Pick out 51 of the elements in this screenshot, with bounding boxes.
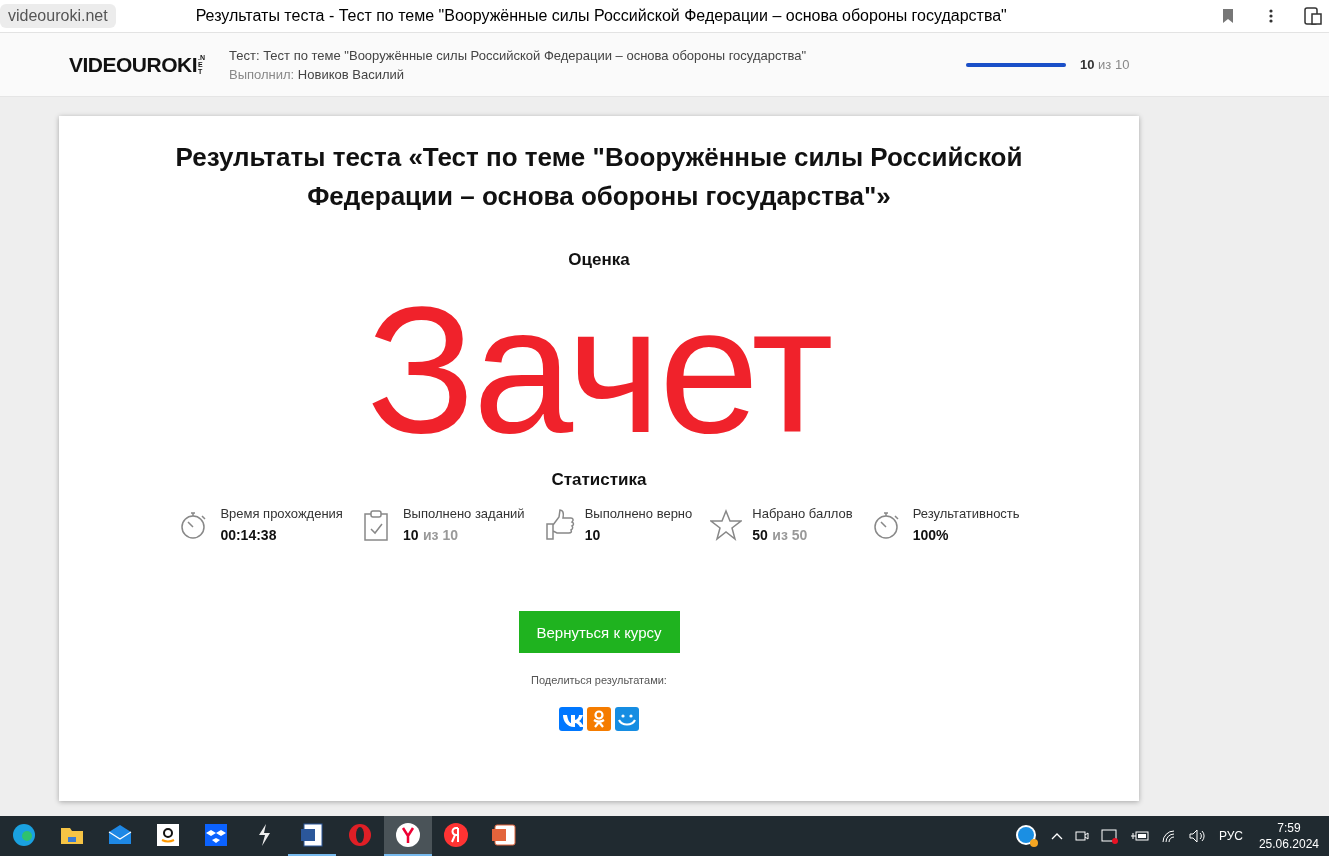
- screen-icon[interactable]: [1100, 828, 1119, 844]
- address-bar[interactable]: videouroki.net: [0, 4, 116, 28]
- results-title: Результаты теста «Тест по теме "Вооружённые силы Российской Федерации – основа обороны государства"»: [174, 141, 1024, 213]
- stat-label: Результативность: [912, 506, 1020, 521]
- help-icon[interactable]: [1014, 824, 1039, 848]
- y-circle-icon: [442, 821, 470, 849]
- star-icon: [710, 508, 743, 542]
- y-logo-icon: [394, 821, 422, 849]
- chevron-up-icon[interactable]: [1050, 832, 1063, 840]
- share-label: Поделиться результатами:: [531, 674, 667, 686]
- stat-value: 10: [402, 527, 419, 543]
- stat-label: Время прохождения: [220, 506, 343, 521]
- clock-time[interactable]: 7:59: [1277, 820, 1301, 836]
- stat-total: из 10: [422, 527, 458, 543]
- browser-icon: [10, 821, 38, 849]
- presentation-icon: [490, 821, 518, 849]
- stat-total: из 50: [772, 527, 808, 543]
- progress-count: 10: [1080, 57, 1095, 72]
- vk-logo-icon[interactable]: [559, 707, 583, 731]
- grade-label: Оценка: [568, 250, 630, 270]
- stat-value: 100%: [912, 527, 949, 543]
- language-indicator[interactable]: РУС: [1218, 829, 1243, 843]
- stat-value: 50: [752, 527, 768, 543]
- test-name: Тест по теме "Вооружённые силы Российской Федерации – основа обороны государства": [263, 47, 806, 63]
- speaker-icon[interactable]: [1188, 829, 1207, 843]
- grade-text: Зачет: [366, 270, 832, 470]
- stats-heading: Статистика: [551, 470, 647, 490]
- extension-icon[interactable]: [1303, 6, 1323, 26]
- smiley-icon[interactable]: [615, 707, 639, 731]
- menu-icon[interactable]: [1269, 9, 1273, 23]
- site-logo[interactable]: VIDEOUROKI: [69, 52, 197, 77]
- ok-logo-icon[interactable]: [587, 707, 611, 731]
- taskbar-app[interactable]: [384, 816, 432, 856]
- page-title: Результаты теста - Тест по теме "Вооружённые силы Российской Федерации – основа обороны государства": [194, 7, 1008, 25]
- progress-total: из 10: [1098, 57, 1130, 72]
- clock-date[interactable]: 25.06.2024: [1258, 836, 1319, 852]
- test-label: Тест:: [229, 47, 260, 63]
- stat-value: 10: [584, 527, 601, 543]
- bookmark-icon[interactable]: [1223, 9, 1233, 23]
- stat-label: Набрано баллов: [752, 506, 853, 521]
- box-icon: [202, 821, 230, 849]
- stat-value: 00:14:38: [220, 527, 277, 543]
- document-icon: [298, 821, 326, 849]
- author-label: Выполнил:: [229, 66, 295, 82]
- stat-label: Выполнено верно: [584, 506, 693, 521]
- wifi-icon[interactable]: [1160, 829, 1177, 843]
- camera-icon[interactable]: [1074, 828, 1089, 844]
- author-name: Новиков Василий: [297, 66, 404, 82]
- ring-icon: [346, 821, 374, 849]
- stat-label: Выполнено заданий: [402, 506, 525, 521]
- battery-icon[interactable]: [1130, 830, 1149, 842]
